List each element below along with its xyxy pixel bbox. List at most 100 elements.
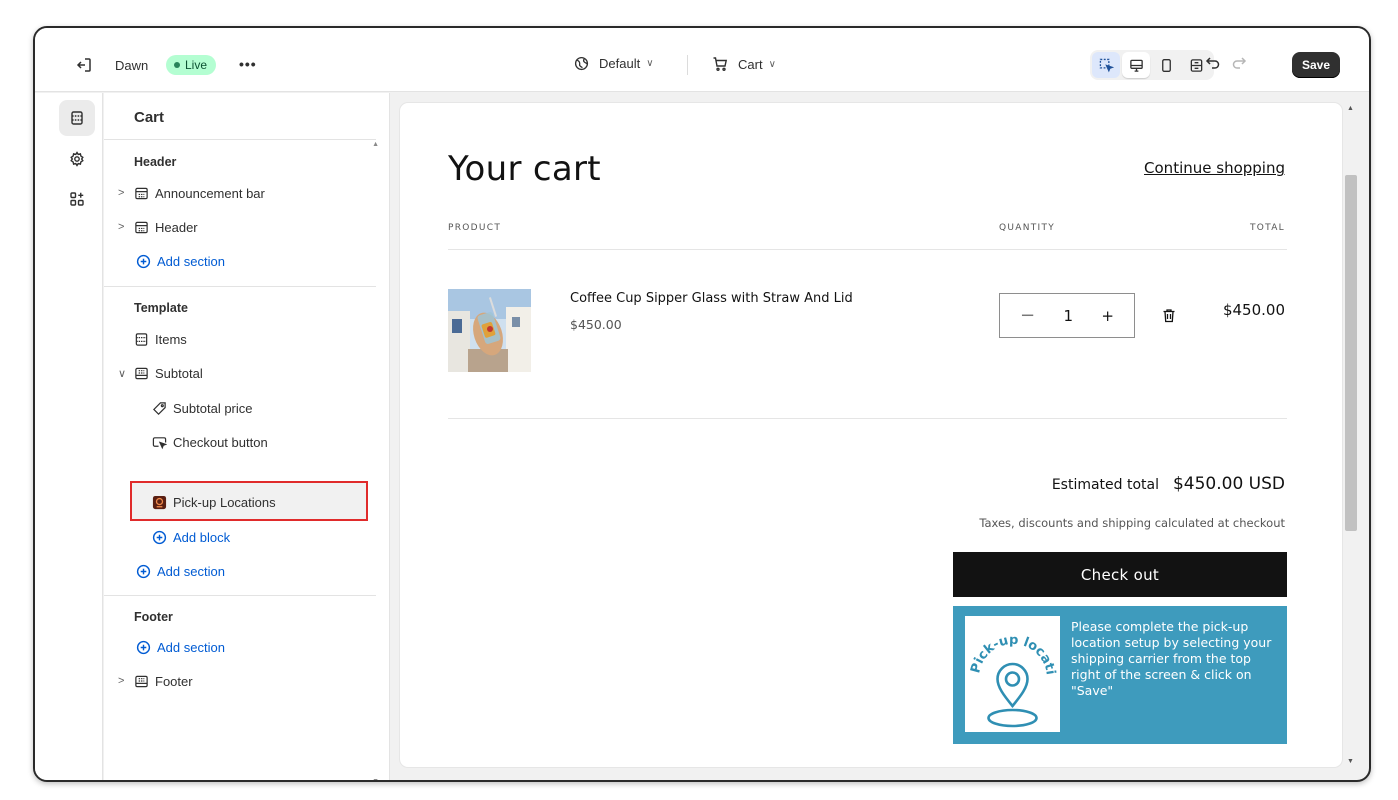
estimated-total-label: Estimated total bbox=[1051, 477, 1159, 493]
app-block-icon bbox=[152, 495, 167, 509]
sidebar-item-label: Footer bbox=[155, 673, 193, 689]
add-section-button[interactable]: Add section bbox=[136, 560, 225, 582]
sidebar-block-subtotal-price[interactable]: Subtotal price bbox=[152, 397, 253, 419]
add-block-button[interactable]: Add block bbox=[152, 526, 230, 548]
chevron-right-icon: > bbox=[118, 221, 125, 233]
save-button[interactable]: Save bbox=[1292, 52, 1341, 78]
section-icon bbox=[135, 332, 148, 346]
scroll-down-arrow[interactable]: ▼ bbox=[1347, 758, 1354, 765]
sidebar-item-label: Items bbox=[155, 331, 187, 347]
sidebar-item-label: Header bbox=[155, 219, 198, 235]
column-header-total: TOTAL bbox=[1249, 223, 1285, 233]
store-preview: Your cart Continue shopping PRODUCT QUAN… bbox=[400, 103, 1342, 767]
divider bbox=[448, 418, 1287, 419]
sidebar-item-label: Pick-up Locations bbox=[173, 494, 276, 510]
sections-icon[interactable] bbox=[59, 100, 95, 136]
column-header-product: PRODUCT bbox=[448, 223, 502, 233]
desktop-icon[interactable] bbox=[1122, 52, 1150, 78]
left-rail bbox=[35, 93, 103, 780]
sidebar-item-label: Subtotal price bbox=[173, 400, 253, 416]
divider bbox=[104, 286, 376, 287]
add-section-button[interactable]: Add section bbox=[136, 250, 225, 272]
sidebar-block-checkout-button[interactable]: Checkout button bbox=[152, 431, 268, 453]
quantity-value[interactable]: 1 bbox=[1063, 307, 1073, 325]
page-selector-label: Cart bbox=[738, 56, 763, 72]
plus-circle-icon bbox=[136, 254, 151, 268]
section-icon bbox=[135, 221, 148, 233]
continue-shopping-link[interactable]: Continue shopping bbox=[1144, 159, 1285, 177]
estimated-total-value: $450.00 USD bbox=[1172, 474, 1285, 494]
sidebar-item-announcement-bar[interactable]: > Announcement bar bbox=[118, 182, 265, 204]
more-actions-icon[interactable]: ••• bbox=[239, 56, 257, 72]
topbar-divider bbox=[687, 55, 688, 75]
quantity-stepper[interactable]: − 1 + bbox=[999, 293, 1135, 338]
pickup-location-logo: Pick-up location bbox=[960, 605, 1060, 732]
svg-text:Pick-up location: Pick-up location bbox=[965, 616, 1058, 676]
checkout-button[interactable]: Check out bbox=[953, 552, 1287, 597]
sidebar-item-header[interactable]: > Header bbox=[118, 216, 198, 238]
context-default-selector[interactable]: Default ∨ bbox=[574, 56, 654, 71]
chevron-right-icon: > bbox=[118, 187, 125, 199]
sidebar-block-pick-up-locations[interactable]: Pick-up Locations bbox=[152, 491, 276, 513]
add-section-label: Add section bbox=[157, 563, 225, 579]
scroll-up-arrow[interactable]: ▲ bbox=[372, 141, 379, 148]
tax-note: Taxes, discounts and shipping calculated… bbox=[979, 516, 1285, 530]
pickup-location-banner: Pick-up location Please complete the pic… bbox=[953, 605, 1287, 744]
preview-tools bbox=[1090, 50, 1214, 80]
template-group-heading: Template bbox=[134, 301, 188, 315]
divider bbox=[448, 249, 1287, 250]
scroll-down-arrow[interactable]: ▼ bbox=[372, 778, 379, 780]
sidebar-item-items[interactable]: Items bbox=[134, 328, 187, 350]
sidebar-item-subtotal[interactable]: ∨ Subtotal bbox=[118, 362, 203, 384]
scrollbar-thumb[interactable] bbox=[1345, 175, 1357, 531]
add-section-button[interactable]: Add section bbox=[136, 636, 225, 658]
minus-icon[interactable]: − bbox=[1020, 305, 1035, 326]
price-tag-icon bbox=[153, 401, 166, 415]
top-bar: Dawn Live ••• Default ∨ Cart ∨ Save bbox=[35, 28, 1369, 92]
sections-sidebar: Cart ▲ Header > Announcement bar > Heade… bbox=[104, 93, 390, 780]
divider bbox=[104, 595, 376, 596]
live-dot-icon bbox=[174, 62, 180, 68]
line-item-total: $450.00 bbox=[1222, 301, 1285, 319]
globe-icon bbox=[574, 56, 589, 71]
settings-icon[interactable] bbox=[59, 141, 95, 177]
location-pin-icon bbox=[987, 662, 1038, 728]
pickup-logo-text: Pick-up location bbox=[960, 605, 1057, 676]
sidebar-item-label: Announcement bar bbox=[155, 185, 265, 201]
undo-icon[interactable] bbox=[1205, 55, 1221, 71]
footer-group-heading: Footer bbox=[134, 610, 173, 624]
exit-icon[interactable] bbox=[75, 56, 93, 74]
plus-icon[interactable]: + bbox=[1101, 307, 1114, 325]
apps-icon[interactable] bbox=[59, 181, 95, 217]
inspector-icon[interactable] bbox=[1092, 52, 1120, 78]
sidebar-item-label: Checkout button bbox=[173, 434, 268, 450]
redo-icon[interactable] bbox=[1231, 55, 1247, 71]
column-header-quantity: QUANTITY bbox=[999, 223, 1056, 233]
sidebar-item-footer[interactable]: > Footer bbox=[118, 670, 193, 692]
header-group-heading: Header bbox=[134, 155, 177, 169]
live-badge: Live bbox=[166, 55, 217, 75]
plus-circle-icon bbox=[152, 530, 167, 544]
mobile-icon[interactable] bbox=[1152, 52, 1180, 78]
context-default-label: Default bbox=[599, 56, 641, 71]
product-name[interactable]: Coffee Cup Sipper Glass with Straw And L… bbox=[570, 291, 853, 306]
divider bbox=[104, 139, 376, 140]
section-icon bbox=[135, 675, 148, 687]
product-image[interactable] bbox=[448, 289, 531, 372]
pickup-message: Please complete the pick-up location set… bbox=[1071, 619, 1272, 698]
trash-icon[interactable] bbox=[1162, 308, 1176, 328]
section-icon bbox=[135, 187, 148, 199]
section-icon bbox=[135, 367, 148, 379]
add-block-label: Add block bbox=[173, 529, 231, 545]
plus-circle-icon bbox=[136, 640, 151, 654]
chevron-down-icon: ∨ bbox=[768, 58, 776, 70]
page-selector[interactable]: Cart ∨ bbox=[712, 56, 776, 72]
scroll-up-arrow[interactable]: ▲ bbox=[1347, 105, 1354, 112]
page-title: Your cart bbox=[448, 149, 601, 189]
preview-scrollbar[interactable]: ▲ ▼ bbox=[1343, 103, 1359, 767]
chevron-right-icon: > bbox=[118, 675, 125, 687]
add-section-label: Add section bbox=[157, 639, 225, 655]
editor-window: Dawn Live ••• Default ∨ Cart ∨ Save Cart… bbox=[33, 26, 1371, 782]
product-price: $450.00 bbox=[570, 317, 622, 332]
cursor-button-icon bbox=[152, 436, 167, 449]
